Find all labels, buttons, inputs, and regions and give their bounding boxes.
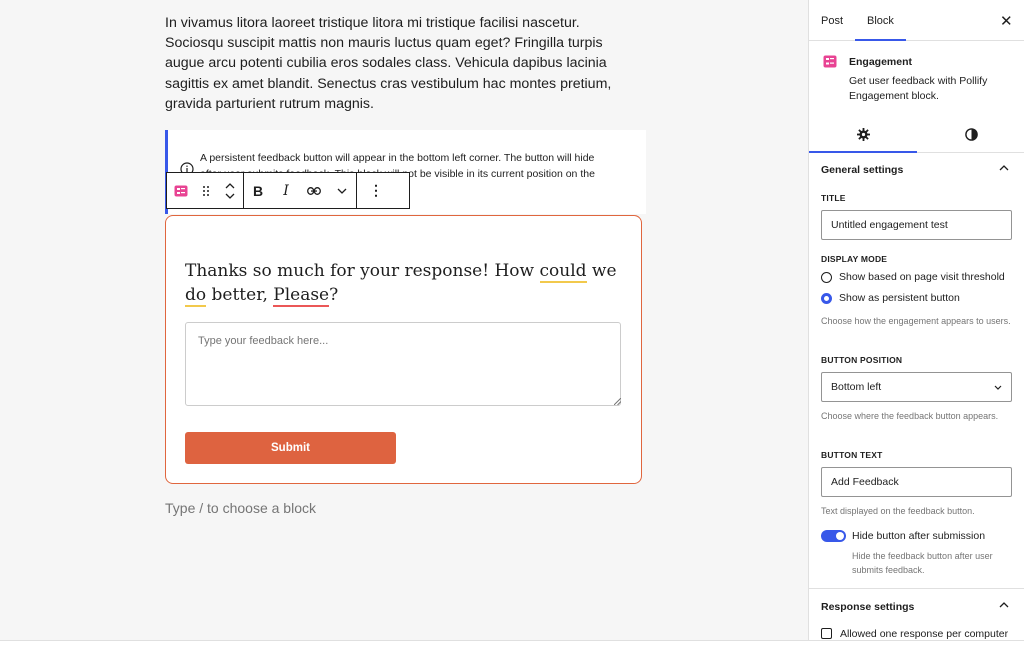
contrast-icon [964, 127, 978, 141]
one-response-label: Allowed one response per computer [840, 628, 1009, 640]
radio-label: Show based on page visit threshold [839, 271, 1005, 283]
block-appender[interactable]: Type / to choose a block [165, 500, 316, 516]
hide-toggle-help: Hide the feedback button after user subm… [852, 551, 993, 575]
tab-post[interactable]: Post [821, 0, 843, 40]
button-position-select[interactable]: Bottom left [821, 372, 1012, 402]
move-up-down-icon[interactable] [217, 174, 243, 208]
tab-styles[interactable] [917, 116, 1024, 152]
title-word: do [185, 285, 207, 307]
block-card-title: Engagement [849, 56, 913, 68]
button-position-help: Choose where the feedback button appears… [821, 411, 999, 421]
gear-icon [856, 127, 870, 141]
sidebar-tabs: Post Block ✕ [809, 0, 1024, 41]
display-mode-help: Choose how the engagement appears to use… [821, 316, 1011, 326]
hide-button-toggle[interactable] [821, 530, 846, 542]
toggle-knob [836, 532, 844, 540]
response-settings-heading[interactable]: Response settings [821, 601, 914, 613]
block-toolbar: B I ⋮ [166, 172, 410, 209]
title-text: better, [206, 285, 274, 305]
resize-grip-icon[interactable] [614, 398, 621, 405]
general-settings-heading[interactable]: General settings [821, 164, 903, 176]
block-sub-tabs [809, 116, 1024, 153]
title-text: Thanks so much for your response! How [185, 261, 540, 281]
tab-settings[interactable] [809, 116, 917, 153]
select-value: Bottom left [831, 381, 882, 393]
more-options-button[interactable]: ⋮ [357, 174, 395, 208]
button-position-label: BUTTON POSITION [821, 355, 903, 365]
notice-line: A persistent feedback button will appear… [200, 152, 595, 164]
engagement-form-block[interactable]: Thanks so much for your response! How co… [165, 215, 642, 484]
title-label: TITLE [821, 193, 846, 203]
tab-block[interactable]: Block [855, 0, 906, 41]
engagement-block-icon [823, 55, 837, 68]
button-text-label: BUTTON TEXT [821, 450, 883, 460]
paragraph-block[interactable]: In vivamus litora laoreet tristique lito… [165, 13, 640, 114]
chevron-up-icon[interactable] [999, 165, 1009, 171]
italic-button[interactable]: I [272, 174, 300, 208]
form-title[interactable]: Thanks so much for your response! How co… [185, 259, 625, 307]
settings-sidebar: Post Block ✕ Engagement Get user feedbac… [808, 0, 1024, 640]
link-icon[interactable] [300, 174, 328, 208]
display-mode-label: DISPLAY MODE [821, 254, 888, 264]
chevron-up-icon[interactable] [999, 602, 1009, 608]
radio-button[interactable] [821, 292, 832, 304]
button-text-help: Text displayed on the feedback button. [821, 506, 975, 516]
chevron-down-icon [994, 385, 1002, 390]
toolbar-group-block [167, 173, 244, 208]
radio-persistent-button[interactable]: Show as persistent button [821, 292, 960, 304]
radio-visit-threshold[interactable]: Show based on page visit threshold [821, 271, 1005, 283]
submit-button[interactable]: Submit [185, 432, 396, 464]
title-word: Please [273, 285, 330, 307]
chevron-down-icon[interactable] [328, 174, 356, 208]
title-text: ? [329, 285, 339, 305]
radio-button[interactable] [821, 271, 832, 283]
one-response-checkbox[interactable] [821, 628, 832, 639]
title-input[interactable] [821, 210, 1012, 240]
editor-canvas: In vivamus litora laoreet tristique lito… [0, 0, 808, 640]
hide-toggle-label: Hide button after submission [852, 530, 986, 542]
block-type-icon[interactable] [167, 174, 195, 208]
panel-divider [809, 588, 1024, 589]
bold-button[interactable]: B [244, 174, 272, 208]
button-text-input[interactable] [821, 467, 1012, 497]
editor-footer [0, 640, 1024, 659]
title-text: we [586, 261, 617, 281]
drag-handle-icon[interactable] [195, 174, 217, 208]
toolbar-group-options: ⋮ [357, 173, 395, 208]
close-icon[interactable]: ✕ [1000, 12, 1013, 30]
radio-label: Show as persistent button [839, 292, 960, 304]
feedback-textarea[interactable] [185, 322, 621, 406]
toolbar-group-format: B I [244, 173, 357, 208]
block-card-description: Get user feedback with Pollify Engagemen… [849, 75, 988, 102]
title-word: could [539, 261, 587, 283]
